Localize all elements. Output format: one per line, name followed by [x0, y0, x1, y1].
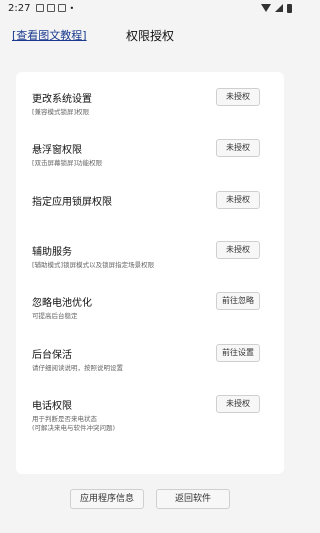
permission-desc: 可提高后台稳定: [32, 312, 78, 320]
battery-icon: [287, 3, 292, 13]
authorize-button-phone[interactable]: 未授权: [216, 395, 260, 413]
permission-row-overlay: 悬浮窗权限 [双击屏幕锁屏]功能权限 未授权: [32, 139, 272, 168]
permission-row-phone: 电话权限 用于判断是否来电状态 (可解决来电与软件冲突问题) 未授权: [32, 395, 272, 434]
header: [查看图文教程] 权限授权: [0, 22, 300, 50]
permission-row-keep-alive: 后台保活 请仔细阅读说明，按照说明设置 前往设置: [32, 344, 272, 373]
permission-row-system-settings: 更改系统设置 [兼容模式锁屏]权限 未授权: [32, 88, 272, 117]
permission-desc-line2: (可解决来电与软件冲突问题): [32, 424, 116, 433]
keep-alive-settings-button[interactable]: 前往设置: [216, 344, 260, 362]
authorize-button-app-lock[interactable]: 未授权: [216, 191, 260, 209]
permission-desc: [双击屏幕锁屏]功能权限: [32, 159, 103, 167]
permissions-card: 更改系统设置 [兼容模式锁屏]权限 未授权 悬浮窗权限 [双击屏幕锁屏]功能权限…: [16, 72, 284, 474]
permission-desc: 请仔细阅读说明，按照说明设置: [32, 364, 123, 372]
page-title: 权限授权: [0, 27, 300, 44]
permission-desc: 用于判断是否来电状态 (可解决来电与软件冲突问题): [32, 415, 272, 434]
permission-desc: [兼容模式锁屏]权限: [32, 108, 90, 116]
signal-icon: [275, 4, 283, 12]
permission-row-app-lock: 指定应用锁屏权限 未授权: [32, 191, 272, 209]
permission-row-battery: 忽略电池优化 可提高后台稳定 前往忽略: [32, 292, 272, 321]
permission-row-accessibility: 辅助服务 [辅助模式]锁屏模式以及锁屏指定场景权限 未授权: [32, 241, 272, 270]
authorize-button-system-settings[interactable]: 未授权: [216, 88, 260, 106]
gallery-icon: [36, 4, 45, 12]
authorize-button-accessibility[interactable]: 未授权: [216, 241, 260, 259]
app-info-button[interactable]: 应用程序信息: [70, 489, 144, 509]
status-time: 2:27: [8, 2, 31, 14]
ignore-battery-button[interactable]: 前往忽略: [216, 292, 260, 310]
authorize-button-overlay[interactable]: 未授权: [216, 139, 260, 157]
permission-desc-line1: 用于判断是否来电状态: [32, 415, 97, 423]
wifi-icon: [261, 4, 271, 12]
shield-icon: [58, 4, 67, 12]
image-icon: [47, 4, 56, 12]
dot-icon: •: [69, 3, 75, 13]
permission-desc: [辅助模式]锁屏模式以及锁屏指定场景权限: [32, 261, 155, 269]
status-right: [261, 3, 292, 13]
status-bar: 2:27 •: [0, 0, 300, 16]
page-title-text: 权限授权: [125, 29, 174, 43]
back-to-app-button[interactable]: 返回软件: [156, 489, 230, 509]
